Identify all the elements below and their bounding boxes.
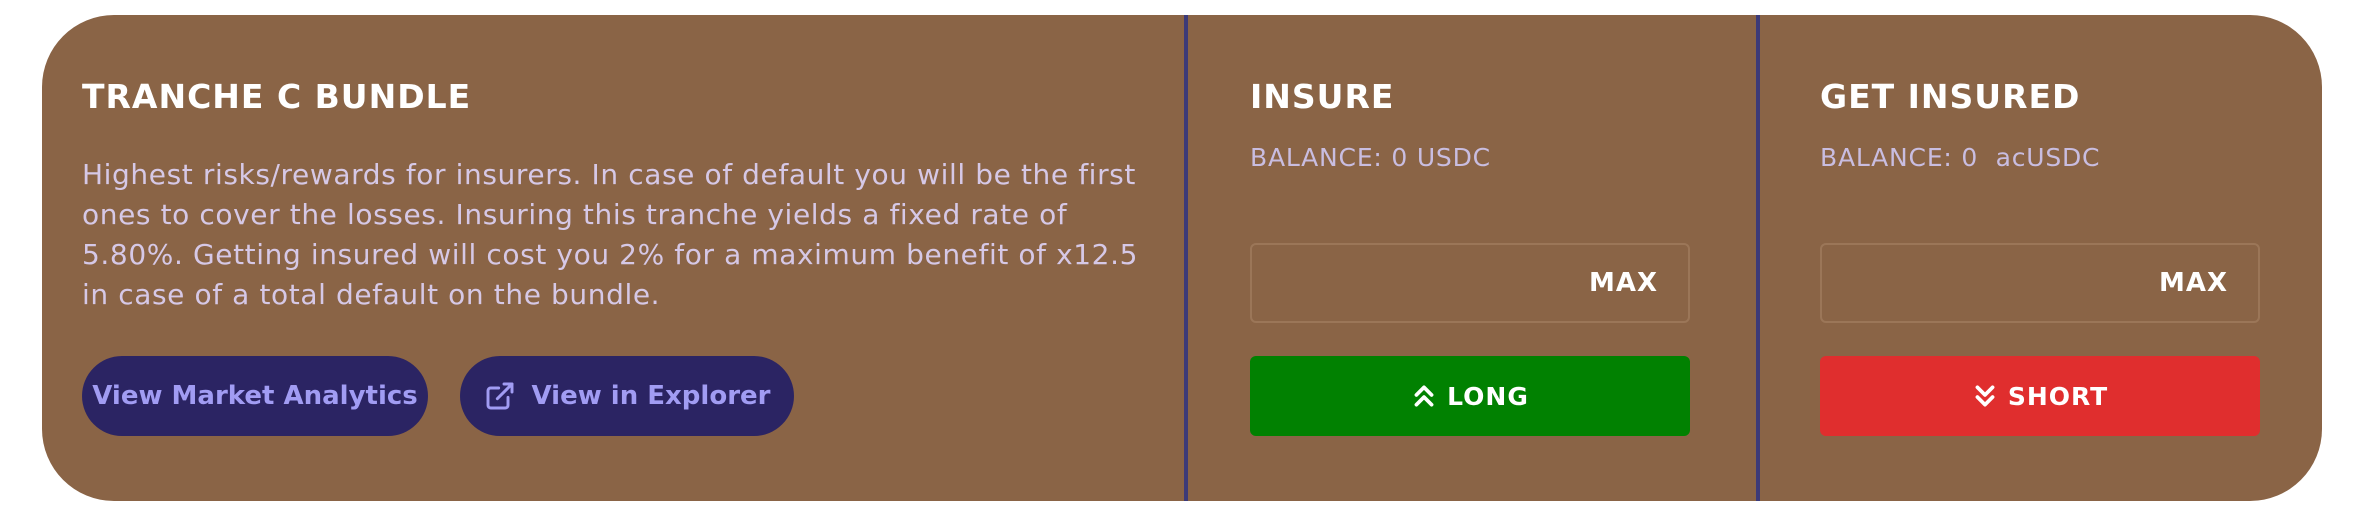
chevrons-down-icon — [1972, 383, 1998, 409]
bundle-title: TRANCHE C BUNDLE — [82, 77, 472, 116]
short-button[interactable]: SHORT — [1820, 356, 2260, 436]
get-insured-max-button[interactable]: MAX — [2159, 268, 2228, 298]
view-in-explorer-label: View in Explorer — [531, 381, 771, 411]
insure-title: INSURE — [1250, 77, 1395, 116]
get-insured-balance: BALANCE: 0 acUSDC — [1820, 143, 2101, 172]
view-in-explorer-button[interactable]: View in Explorer — [460, 356, 794, 436]
view-market-analytics-label: View Market Analytics — [92, 381, 418, 411]
get-insured-amount-field: MAX — [1820, 243, 2260, 323]
view-market-analytics-button[interactable]: View Market Analytics — [82, 356, 428, 436]
long-button[interactable]: LONG — [1250, 356, 1690, 436]
chevrons-up-icon — [1411, 383, 1437, 409]
get-insured-amount-input[interactable] — [1822, 245, 2142, 321]
long-button-label: LONG — [1447, 381, 1529, 411]
get-insured-title: GET INSURED — [1820, 77, 2081, 116]
section-divider — [1184, 15, 1188, 501]
section-divider — [1756, 15, 1760, 501]
bundle-description: Highest risks/rewards for insurers. In c… — [82, 158, 1139, 311]
insure-max-button[interactable]: MAX — [1589, 268, 1658, 298]
insure-amount-field: MAX — [1250, 243, 1690, 323]
short-button-label: SHORT — [2007, 381, 2109, 411]
tranche-card: TRANCHE C BUNDLE Highest risks/rewards f… — [42, 15, 2322, 501]
insure-amount-input[interactable] — [1252, 245, 1572, 321]
insure-balance: BALANCE: 0 USDC — [1250, 143, 1491, 172]
external-link-icon — [484, 380, 516, 412]
